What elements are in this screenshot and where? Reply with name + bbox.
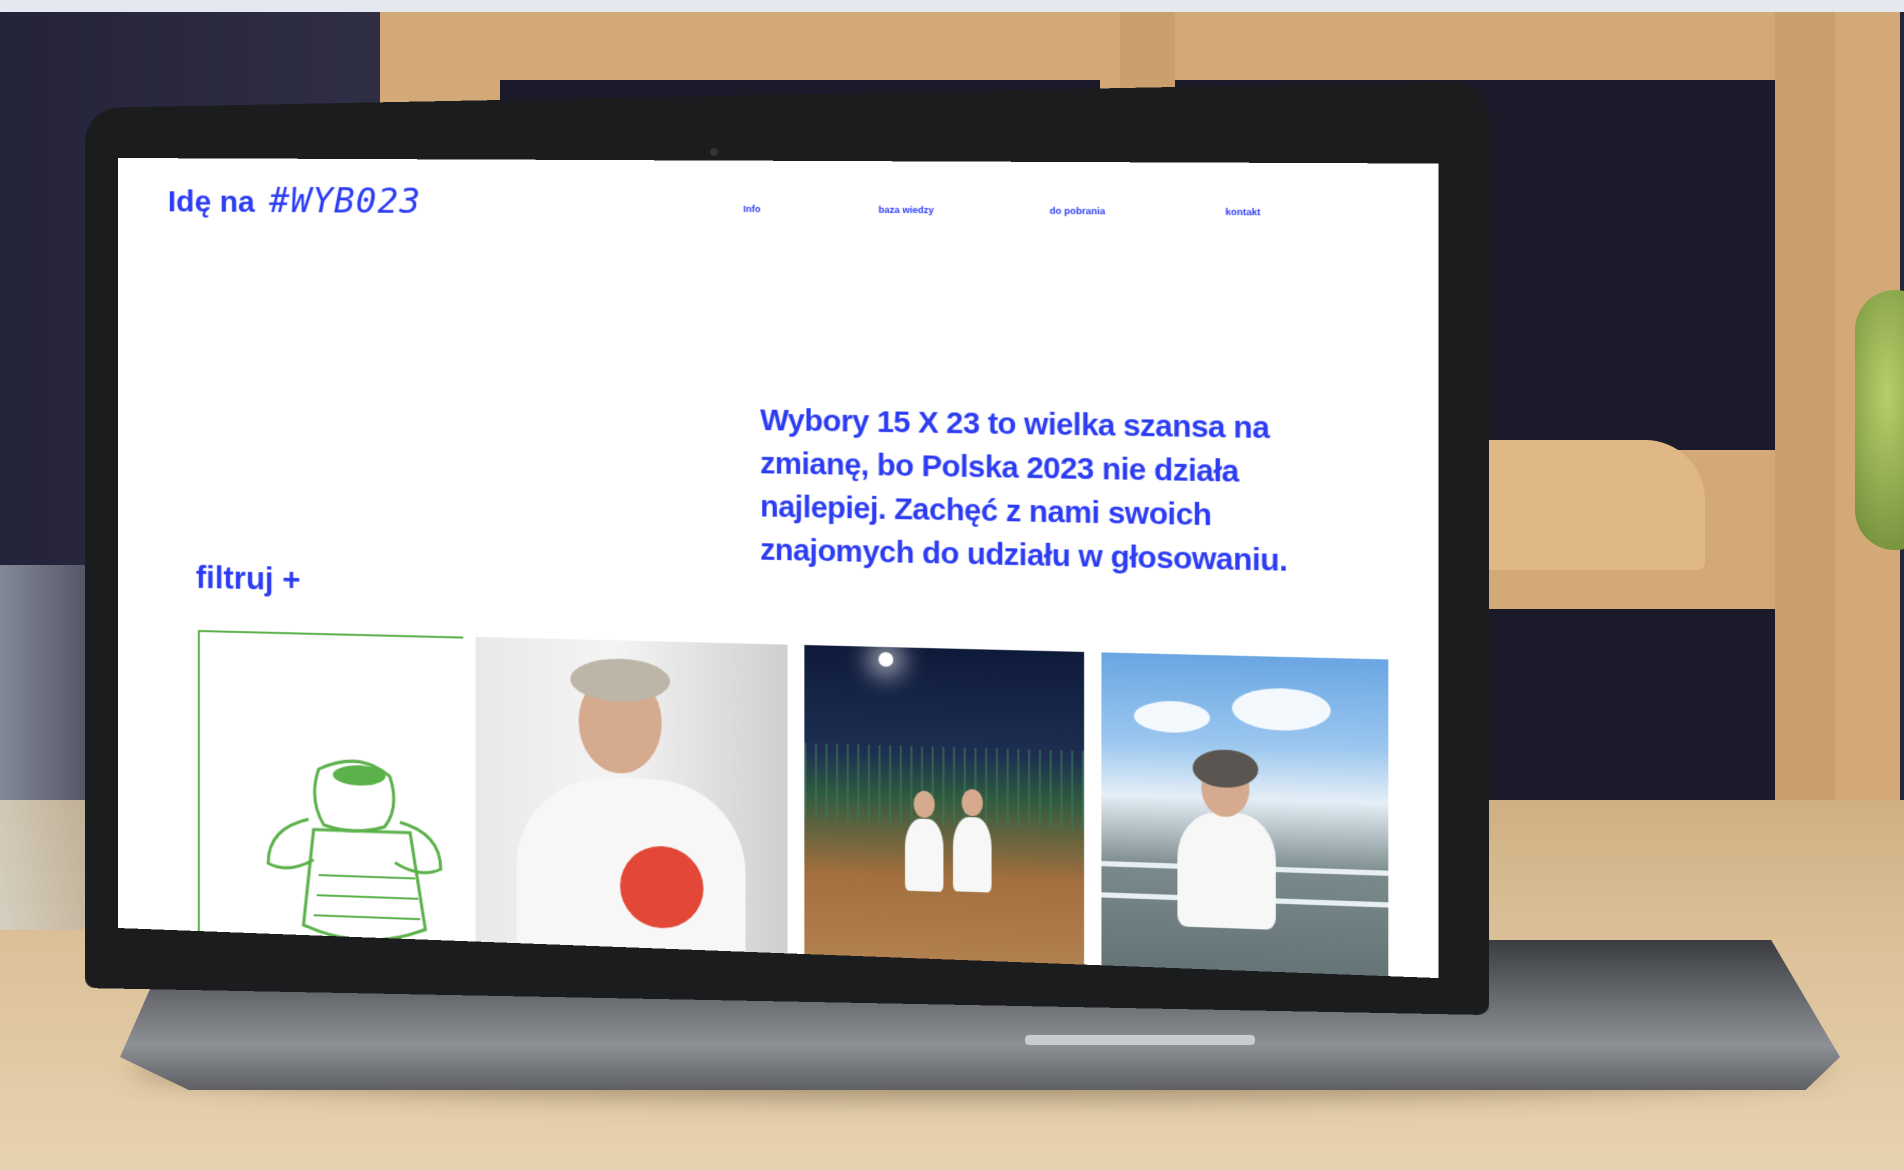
nav-item-do-pobrania[interactable]: do pobrania — [1050, 206, 1106, 217]
gallery-card-photo-man[interactable] — [475, 636, 788, 979]
court-fence — [804, 742, 1085, 830]
webcam-icon — [710, 148, 718, 156]
filter-button[interactable]: filtruj + — [196, 560, 301, 599]
site-logo[interactable]: Idę na #WYB023 — [168, 180, 421, 222]
laptop-lip — [1025, 1035, 1255, 1045]
woman-left — [905, 818, 944, 892]
woman-left-head — [913, 790, 935, 819]
illustration-frame — [197, 629, 464, 977]
cloud — [1231, 687, 1331, 732]
nav-item-info[interactable]: Info — [743, 204, 760, 214]
laptop-screen: Idę na #WYB023 Info baza wiedzy do pobran… — [118, 158, 1439, 979]
top-strip — [0, 0, 1904, 12]
nav-item-kontakt[interactable]: kontakt — [1225, 207, 1260, 218]
gallery-card-photo-pier[interactable] — [1101, 652, 1389, 979]
woman-right — [953, 816, 992, 893]
cloud — [1133, 700, 1211, 734]
hero-text: Wybory 15 X 23 to wielka szansa na zmian… — [760, 404, 1288, 579]
nav-item-baza-wiedzy[interactable]: baza wiedzy — [878, 205, 933, 216]
gallery-card-illustration[interactable] — [197, 629, 464, 979]
shelf-divider — [1775, 12, 1835, 832]
laptop-photo-scene: Idę na #WYB023 Info baza wiedzy do pobran… — [0, 0, 1904, 1170]
logo-hashtag: #WYB023 — [268, 180, 422, 223]
plant — [1855, 290, 1904, 550]
gallery-card-photo-tennis[interactable] — [804, 645, 1085, 979]
drinking-glass — [0, 565, 92, 930]
woman-shirt — [1177, 811, 1276, 930]
woman-right-head — [961, 788, 983, 817]
floodlight — [878, 652, 894, 667]
logo-text: Idę na — [167, 185, 255, 219]
